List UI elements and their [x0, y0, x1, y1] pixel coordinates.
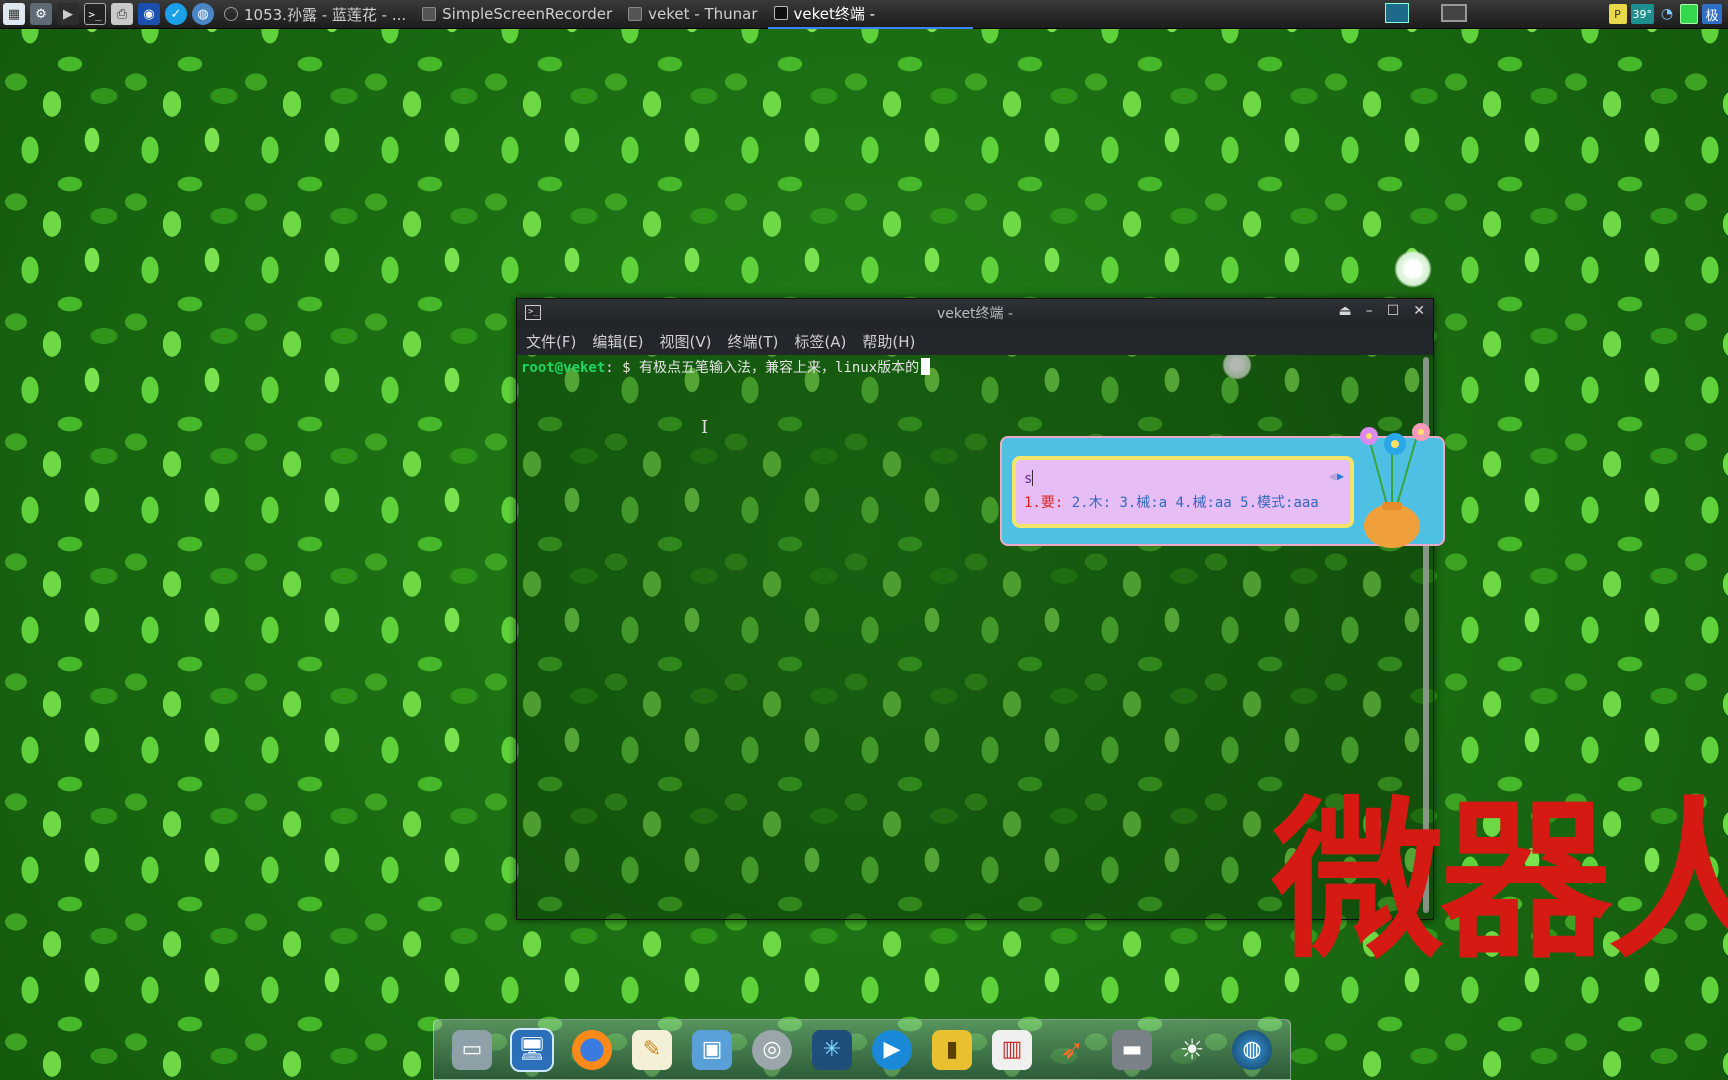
dock-rocket[interactable]: ➶: [1050, 1026, 1094, 1074]
menu-tabs[interactable]: 标签(A): [794, 331, 846, 352]
panel-center-icons: [1385, 3, 1467, 23]
ime-caret: [1032, 470, 1034, 486]
ime-page-arrows: ◀ ▶: [1329, 469, 1344, 483]
minimize-button[interactable]: –: [1366, 303, 1373, 319]
flower-vase-icon: [1360, 423, 1430, 548]
media-player-icon[interactable]: ▶: [57, 3, 79, 25]
show-desktop-icon[interactable]: [1441, 4, 1467, 22]
application-dock: ▭ 🖥 ✎ ▣ ◎ ✳ ▶ ▮ ▥ ➶ ▬ ☀ ◍: [433, 1019, 1291, 1080]
launcher-group: ▦ ⚙ ▶ >_ ⎙ ◉ ✓ ◍: [0, 3, 214, 25]
clover-flower-decoration: [1394, 250, 1432, 288]
dock-text-editor[interactable]: ✎: [630, 1026, 674, 1074]
menu-terminal[interactable]: 终端(T): [728, 331, 779, 352]
task-label: veket终端 -: [793, 4, 876, 23]
prompt-separator: : $: [605, 360, 631, 376]
task-list: 1053.孙露 - 蓝莲花 - ... SimpleScreenRecorder…: [218, 0, 973, 29]
dock-presentation[interactable]: ▥: [990, 1026, 1034, 1074]
top-panel: ▦ ⚙ ▶ >_ ⎙ ◉ ✓ ◍ 1053.孙露 - 蓝莲花 - ... Sim…: [0, 0, 1728, 29]
terminal-menubar: 文件(F) 编辑(E) 视图(V) 终端(T) 标签(A) 帮助(H): [517, 327, 1433, 355]
text-editor-icon: ✎: [632, 1029, 672, 1070]
dock-computer[interactable]: 🖥: [510, 1026, 554, 1074]
settings-icon[interactable]: ⚙: [30, 3, 52, 25]
ime-candidate-window: s ◀ ▶ 1.要: 2.木: 3.械:a 4.械:aa 5.模式:aaa: [1000, 423, 1445, 548]
dock-media-player[interactable]: ▶: [870, 1026, 914, 1074]
menu-file[interactable]: 文件(F): [526, 331, 576, 352]
ime-prev-page-icon[interactable]: ◀: [1329, 469, 1336, 483]
media-player-icon: ▶: [872, 1029, 912, 1070]
close-button[interactable]: ✕: [1413, 303, 1425, 319]
ime-input-text: s: [1024, 471, 1033, 487]
ime-candidate-rest[interactable]: 2.木: 3.械:a 4.械:aa 5.模式:aaa: [1063, 495, 1319, 511]
terminal-icon: [773, 6, 788, 20]
ime-input-code: s: [1024, 470, 1034, 487]
prompt-user: root@veket: [521, 360, 606, 376]
battery-icon[interactable]: [1680, 4, 1698, 24]
menu-view[interactable]: 视图(V): [660, 331, 712, 352]
printer-icon[interactable]: ⎙: [111, 3, 133, 25]
dock-brightness[interactable]: ☀: [1170, 1026, 1214, 1074]
ime-candidate-panel: s ◀ ▶ 1.要: 2.木: 3.械:a 4.械:aa 5.模式:aaa: [1012, 456, 1354, 528]
task-file-manager[interactable]: veket - Thunar: [622, 0, 767, 29]
ime-next-page-icon[interactable]: ▶: [1337, 469, 1344, 483]
task-label: SimpleScreenRecorder: [442, 5, 613, 23]
network-share-icon: ✳: [812, 1029, 852, 1070]
system-monitor-icon[interactable]: ▦: [3, 3, 25, 25]
temperature-indicator[interactable]: 39°: [1630, 4, 1654, 24]
dock-disk[interactable]: ◎: [750, 1026, 794, 1074]
firefox-icon: [572, 1029, 612, 1070]
image-viewer-icon: ▣: [692, 1029, 732, 1070]
music-icon: [224, 7, 238, 21]
disk-icon: ◎: [752, 1029, 792, 1070]
task-screen-recorder[interactable]: SimpleScreenRecorder: [416, 0, 622, 29]
screenshot-icon[interactable]: ◉: [138, 3, 160, 25]
check-icon[interactable]: ✓: [165, 3, 187, 25]
monitor-icon[interactable]: [1385, 3, 1409, 23]
globe-icon: ◍: [1232, 1029, 1272, 1070]
system-tray: P 39° ◔ 极: [1608, 4, 1722, 24]
menu-edit[interactable]: 编辑(E): [592, 331, 643, 352]
terminal-titlebar[interactable]: >_ veket终端 - ⏏ – ☐ ✕: [517, 299, 1433, 327]
window-controls: ⏏ – ☐ ✕: [1338, 303, 1425, 319]
menu-help[interactable]: 帮助(H): [862, 331, 915, 352]
rocket-icon: ➶: [1060, 1033, 1084, 1066]
terminal-icon: >_: [525, 305, 541, 320]
dock-firefox[interactable]: [570, 1026, 614, 1074]
folder-icon: [628, 7, 643, 21]
dock-network-share[interactable]: ✳: [810, 1026, 854, 1074]
terminal-icon[interactable]: >_: [84, 3, 106, 25]
recorder-icon: [422, 7, 437, 21]
watermark-overlay-text: 微器人: [1272, 781, 1728, 982]
computer-icon: 🖥: [512, 1029, 552, 1070]
notes-icon: ▮: [932, 1029, 972, 1070]
dock-drive[interactable]: ▬: [1110, 1026, 1154, 1074]
dock-image-viewer[interactable]: ▣: [690, 1026, 734, 1074]
mouse-ibeam-cursor: I: [701, 417, 709, 438]
drive-icon: ▬: [1112, 1029, 1152, 1070]
window-title: veket终端 -: [936, 306, 1014, 322]
desktop-icon: ▭: [452, 1029, 492, 1070]
clipboard-icon[interactable]: P: [1608, 4, 1627, 24]
dock-globe[interactable]: ◍: [1230, 1026, 1274, 1074]
ime-candidate-first[interactable]: 1.要:: [1024, 495, 1063, 511]
wifi-icon[interactable]: ◔: [1658, 4, 1676, 24]
dock-desktop[interactable]: ▭: [450, 1026, 494, 1074]
shade-button[interactable]: ⏏: [1338, 303, 1351, 319]
command-text: 有极点五笔输入法，兼容上来，linux版本的: [630, 360, 920, 376]
task-music-player[interactable]: 1053.孙露 - 蓝莲花 - ...: [218, 0, 416, 29]
ime-candidate-list: 1.要: 2.木: 3.械:a 4.械:aa 5.模式:aaa: [1024, 492, 1319, 512]
network-icon[interactable]: ◍: [192, 3, 214, 25]
input-method-indicator[interactable]: 极: [1702, 4, 1722, 24]
maximize-button[interactable]: ☐: [1387, 303, 1400, 319]
brightness-icon: ☀: [1179, 1033, 1205, 1066]
task-label: veket - Thunar: [648, 5, 758, 23]
presentation-icon: ▥: [992, 1029, 1032, 1070]
task-terminal[interactable]: veket终端 -: [767, 0, 973, 29]
dock-notes[interactable]: ▮: [930, 1026, 974, 1074]
text-cursor: [921, 358, 931, 375]
task-label: 1053.孙露 - 蓝莲花 - ...: [244, 5, 407, 24]
